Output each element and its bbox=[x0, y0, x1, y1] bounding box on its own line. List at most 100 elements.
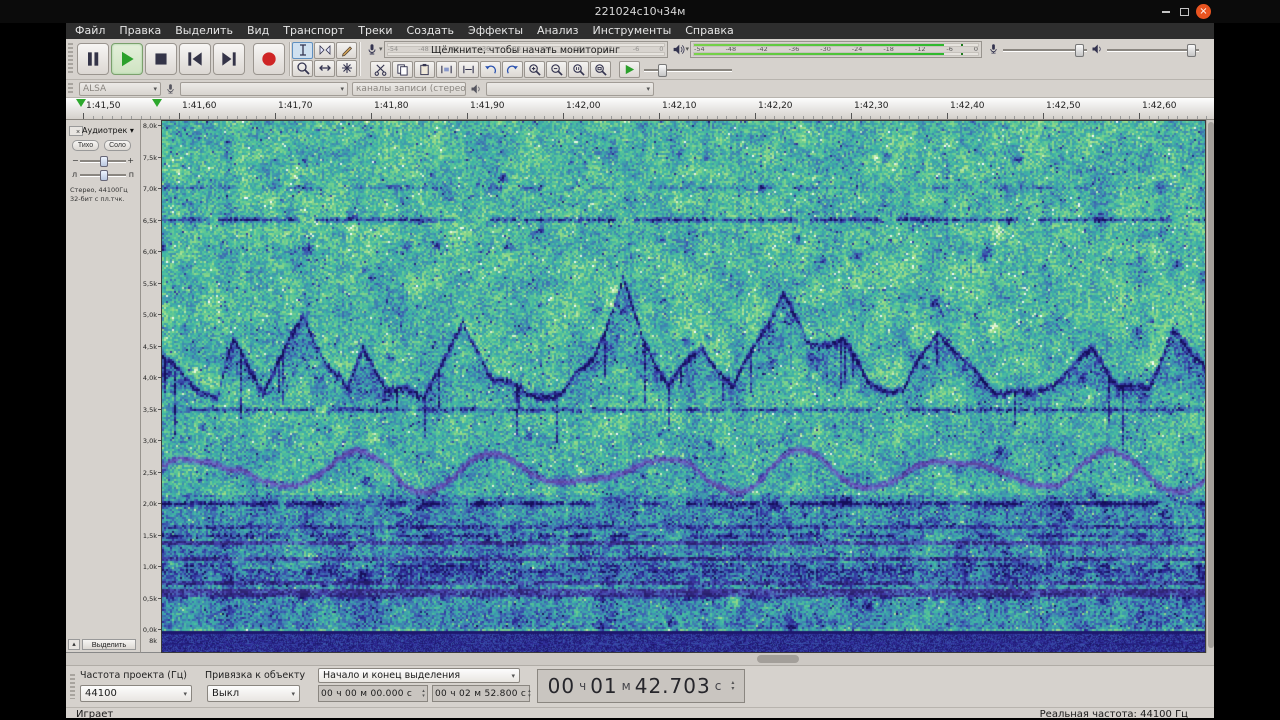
maximize-button[interactable] bbox=[1177, 4, 1192, 19]
speed-slider-thumb[interactable] bbox=[658, 64, 667, 77]
recording-meter[interactable]: -54-48-42-36-30-24-18-12-60 Щёлкните, чт… bbox=[384, 41, 668, 58]
skip-start-button[interactable] bbox=[179, 43, 211, 75]
track-close-button[interactable]: × bbox=[69, 126, 83, 136]
gain-slider[interactable]: − + bbox=[70, 155, 136, 166]
timeline-minor-tick bbox=[1062, 116, 1063, 119]
transport-toolbar-grip[interactable] bbox=[68, 43, 73, 75]
menu-item-Правка[interactable]: Правка bbox=[112, 23, 168, 39]
collapse-track-button[interactable]: ▴ bbox=[68, 639, 80, 650]
window-title: 221024с10ч34м bbox=[0, 0, 1280, 23]
freq-label: 4,5k bbox=[143, 343, 157, 351]
redo-button[interactable] bbox=[502, 61, 523, 78]
timeline-minor-tick bbox=[93, 116, 94, 119]
menu-item-Файл[interactable]: Файл bbox=[68, 23, 112, 39]
menu-item-Треки[interactable]: Треки bbox=[351, 23, 399, 39]
pan-thumb[interactable] bbox=[100, 170, 108, 181]
zoom-out-button[interactable] bbox=[546, 61, 567, 78]
project-rate-select[interactable]: 44100▾ bbox=[80, 685, 192, 702]
device-toolbar-grip[interactable] bbox=[68, 83, 73, 95]
play-at-speed-button[interactable] bbox=[619, 61, 640, 78]
selection-end-field[interactable]: 00 ч 02 м 52.800 с ▴▾ bbox=[432, 685, 530, 702]
play-button[interactable] bbox=[111, 43, 143, 75]
spinner-icon[interactable]: ▴▾ bbox=[420, 689, 425, 699]
silence-button[interactable] bbox=[458, 61, 479, 78]
zoom-selection-button[interactable] bbox=[568, 61, 589, 78]
timeline-minor-tick bbox=[813, 116, 814, 119]
chevron-down-icon6: ▾ bbox=[183, 690, 187, 698]
menu-item-Вид[interactable]: Вид bbox=[240, 23, 276, 39]
vertical-scrollbar[interactable] bbox=[1206, 120, 1214, 653]
solo-button[interactable]: Соло bbox=[104, 140, 131, 151]
menu-item-Создать[interactable]: Создать bbox=[400, 23, 462, 39]
menu-item-Выделить[interactable]: Выделить bbox=[168, 23, 240, 39]
playback-meter[interactable]: -54-48-42-36-30-24-18-12-60 bbox=[690, 41, 982, 58]
audio-position-display[interactable]: 00ч 01м 42.703с ▴▾ bbox=[537, 669, 745, 703]
paste-button[interactable] bbox=[414, 61, 435, 78]
close-button[interactable]: × bbox=[1196, 4, 1211, 19]
menu-item-Инструменты[interactable]: Инструменты bbox=[586, 23, 679, 39]
cut-button[interactable] bbox=[370, 61, 391, 78]
track-title-menu[interactable]: Аудиотрек ▾ bbox=[82, 126, 134, 135]
timeshift-tool-button[interactable] bbox=[314, 60, 335, 77]
quickplay-pin-icon[interactable] bbox=[76, 99, 86, 107]
undo-button[interactable] bbox=[480, 61, 501, 78]
timeline-major-tick bbox=[1043, 113, 1044, 119]
track-format-info: Стерео, 44100Гц bbox=[70, 186, 128, 194]
stop-button[interactable] bbox=[145, 43, 177, 75]
select-track-button[interactable]: Выделить bbox=[82, 639, 136, 650]
vertical-scrollbar-thumb[interactable] bbox=[1208, 122, 1214, 648]
selection-toolbar-grip[interactable] bbox=[70, 674, 75, 699]
snap-to-select[interactable]: Выкл▾ bbox=[207, 685, 300, 702]
menu-item-Транспорт[interactable]: Транспорт bbox=[276, 23, 351, 39]
horizontal-scrollbar[interactable] bbox=[66, 653, 1214, 666]
menu-item-Эффекты[interactable]: Эффекты bbox=[461, 23, 530, 39]
playback-volume-slider[interactable] bbox=[1107, 43, 1199, 56]
spinner-icon2[interactable]: ▴▾ bbox=[526, 689, 531, 699]
copy-button[interactable] bbox=[392, 61, 413, 78]
recording-volume-slider[interactable] bbox=[1003, 43, 1087, 56]
playback-device-select[interactable]: ▾ bbox=[486, 82, 654, 96]
slider-thumb[interactable] bbox=[1075, 44, 1084, 57]
menu-item-Справка[interactable]: Справка bbox=[678, 23, 740, 39]
selection-mode-select[interactable]: Начало и конец выделения▾ bbox=[318, 668, 520, 683]
meter-dropdown-icon[interactable]: ▾ bbox=[379, 45, 383, 53]
menu-bar: ФайлПравкаВыделитьВидТранспортТрекиСозда… bbox=[66, 23, 1214, 39]
draw-tool-button[interactable] bbox=[336, 42, 357, 59]
timeline-minor-tick bbox=[131, 116, 132, 119]
spinner-icon3[interactable]: ▴▾ bbox=[729, 680, 734, 692]
recording-device-select[interactable]: ▾ bbox=[180, 82, 348, 96]
zoom-in-button[interactable] bbox=[524, 61, 545, 78]
timeline-minor-tick bbox=[976, 116, 977, 119]
pause-button[interactable] bbox=[77, 43, 109, 75]
selection-start-field[interactable]: 00 ч 00 м 00.000 с ▴▾ bbox=[318, 685, 428, 702]
minimize-button[interactable] bbox=[1158, 4, 1173, 19]
freq-label: 7,0k bbox=[143, 185, 157, 193]
timeline-ruler[interactable]: 1:41,501:41,601:41,701:41,801:41,901:42,… bbox=[66, 98, 1214, 120]
menu-item-Анализ[interactable]: Анализ bbox=[530, 23, 586, 39]
selection-tool-button[interactable] bbox=[292, 42, 313, 59]
skip-end-button[interactable] bbox=[213, 43, 245, 75]
horizontal-scrollbar-thumb[interactable] bbox=[757, 655, 799, 663]
zoom-fit-button[interactable] bbox=[590, 61, 611, 78]
playhead-pin-icon[interactable] bbox=[152, 99, 162, 107]
monitoring-hint[interactable]: Щёлкните, чтобы начать мониторинг bbox=[385, 45, 667, 56]
timeline-minor-tick bbox=[477, 116, 478, 119]
spectrogram-canvas[interactable] bbox=[162, 121, 1205, 652]
mute-button[interactable]: Тихо bbox=[72, 140, 99, 151]
timeline-minor-tick bbox=[1158, 116, 1159, 119]
record-button[interactable] bbox=[253, 43, 285, 75]
freq-label: 8,0k bbox=[143, 122, 157, 130]
project-rate-label: Частота проекта (Гц) bbox=[80, 670, 187, 681]
gain-thumb[interactable] bbox=[100, 156, 108, 167]
recording-channels-select[interactable]: каналы записи (стерео)▾ bbox=[352, 82, 466, 96]
frequency-ruler[interactable]: 8,0k7,5k7,0k6,5k6,0k5,5k5,0k4,5k4,0k3,5k… bbox=[141, 120, 161, 653]
audio-host-select[interactable]: ALSA▾ bbox=[79, 82, 161, 96]
multi-tool-button[interactable] bbox=[336, 60, 357, 77]
trim-button[interactable] bbox=[436, 61, 457, 78]
slider-thumb2[interactable] bbox=[1187, 44, 1196, 57]
speed-slider[interactable] bbox=[644, 63, 732, 76]
envelope-tool-button[interactable] bbox=[314, 42, 335, 59]
pan-slider[interactable]: л п bbox=[70, 169, 136, 180]
zoom-tool-button[interactable] bbox=[292, 60, 313, 77]
meter-dropdown-icon2[interactable]: ▾ bbox=[686, 45, 690, 53]
